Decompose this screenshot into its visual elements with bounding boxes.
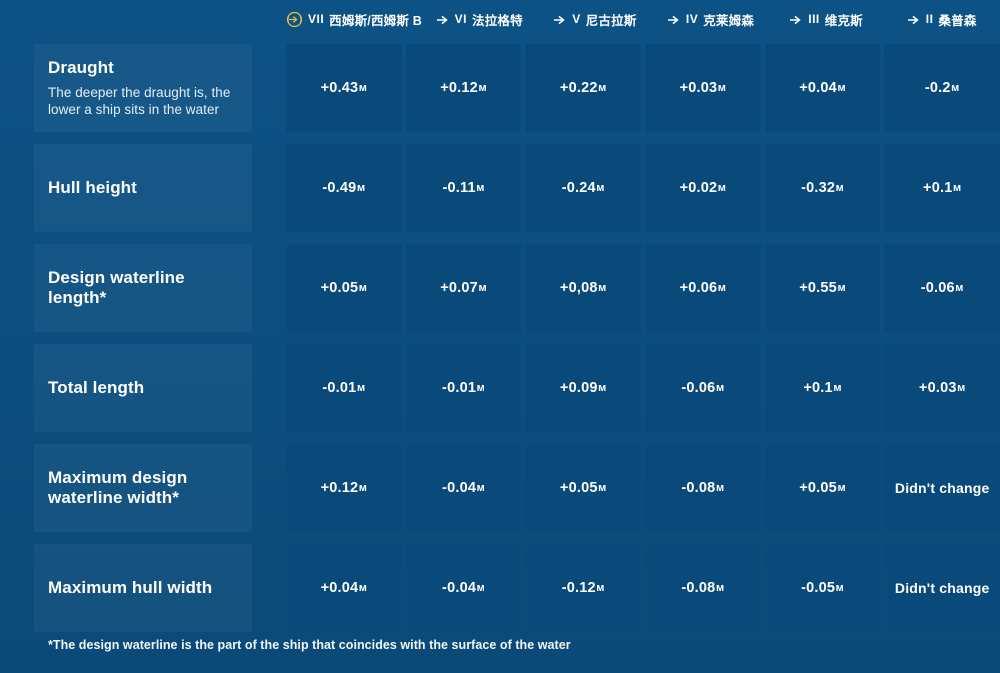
comparison-table: Draught The deeper the draught is, the lo… xyxy=(0,38,1000,638)
column-header-5[interactable]: III 维克斯 xyxy=(769,0,885,40)
value-cell: -0.06 м xyxy=(645,344,761,432)
value-cell: +0,08 м xyxy=(525,244,642,332)
column-header-tier: IV xyxy=(685,12,699,26)
value-cell: -0.11 м xyxy=(405,144,522,232)
row-label-cell: Design waterline length* xyxy=(0,238,286,338)
row-value-cells: +0.05 м +0.07 м +0,08 м +0.06 м +0.55 м -0.06 м xyxy=(286,238,1000,338)
value-cell: +0.55 м xyxy=(764,244,881,332)
column-header-shipname: 克莱姆森 xyxy=(703,13,755,28)
row-label-title: Maximum design waterline width* xyxy=(48,467,188,507)
column-header-shipname: 西姆斯/西姆斯 B xyxy=(329,13,422,28)
row-value-cells: +0.04 м -0.04 м -0.12 м -0.08 м -0.05 м Didn't cha… xyxy=(286,538,1000,638)
column-header-tier: III xyxy=(808,12,820,26)
row-label-title: Total length xyxy=(48,377,145,397)
value-cell: Didn't change xyxy=(884,444,1000,532)
column-header-tier: V xyxy=(572,12,581,26)
value-cell: +0.03 м xyxy=(884,344,1000,432)
arrow-right-icon xyxy=(907,14,921,25)
value-cell: +0.07 м xyxy=(405,244,522,332)
value-cell: -0.08 м xyxy=(645,544,761,632)
row-value-cells: +0.12 м -0.04 м +0.05 м -0.08 м +0.05 м Didn't cha… xyxy=(286,438,1000,538)
value-cell: -0.05 м xyxy=(764,544,881,632)
value-cell: -0.04 м xyxy=(405,444,522,532)
value-cell: +0.05 м xyxy=(286,244,402,332)
value-cell: +0.12 м xyxy=(405,44,522,132)
value-cell: -0.01 м xyxy=(286,344,402,432)
value-cell: +0.05 м xyxy=(764,444,881,532)
column-header-shipname: 维克斯 xyxy=(824,13,863,28)
column-header-4[interactable]: IV 克莱姆森 xyxy=(653,0,769,40)
value-cell: +0.1 м xyxy=(884,144,1000,232)
column-header-shipname: 桑普森 xyxy=(938,13,977,28)
value-cell: -0.2 м xyxy=(884,44,1000,132)
value-cell: +0.43 м xyxy=(286,44,402,132)
value-cell: +0.1 м xyxy=(764,344,881,432)
table-row: Design waterline length* +0.05 м +0.07 м +0,0… xyxy=(0,238,1000,338)
row-value-cells: +0.43 м +0.12 м +0.22 м +0.03 м +0.04 м -0.2 м xyxy=(286,38,1000,138)
row-value-cells: -0.49 м -0.11 м -0.24 м +0.02 м -0.32 м +0.1 м xyxy=(286,138,1000,238)
row-label-title: Hull height xyxy=(48,177,137,197)
column-header-2[interactable]: VI 法拉格特 xyxy=(422,0,538,40)
row-label-title: Maximum hull width xyxy=(48,577,213,597)
value-cell: +0.22 м xyxy=(525,44,642,132)
value-cell: +0.04 м xyxy=(764,44,881,132)
column-header-tier: VII xyxy=(308,12,325,26)
column-header-3[interactable]: V 尼古拉斯 xyxy=(538,0,654,40)
value-cell: +0.06 м xyxy=(645,244,761,332)
table-row: Maximum hull width +0.04 м -0.04 м -0.12 м -0.0… xyxy=(0,538,1000,638)
table-row: Hull height -0.49 м -0.11 м -0.24 м +0.02 м -0.32… xyxy=(0,138,1000,238)
value-cell: +0.04 м xyxy=(286,544,402,632)
arrow-right-icon xyxy=(667,14,681,25)
column-header-tier: II xyxy=(925,12,934,26)
arrow-right-icon xyxy=(553,14,567,25)
row-label-cell: Draught The deeper the draught is, the lo… xyxy=(0,38,286,138)
arrow-right-icon xyxy=(435,14,450,25)
value-cell: +0.09 м xyxy=(525,344,642,432)
column-header-row: VII 西姆斯/西姆斯 B VI 法拉格特 V 尼古拉斯 IV 克莱姆森 III 维克斯 II 桑普森 xyxy=(286,0,1000,40)
table-row: Draught The deeper the draught is, the lo… xyxy=(0,38,1000,138)
row-label-cell: Hull height xyxy=(0,138,286,238)
value-cell: -0.49 м xyxy=(286,144,402,232)
value-cell: +0.05 м xyxy=(525,444,642,532)
row-label-cell: Total length xyxy=(0,338,286,438)
wreath-arrow-icon xyxy=(286,11,303,28)
value-cell: -0.12 м xyxy=(525,544,642,632)
table-row: Total length -0.01 м -0.01 м +0.09 м -0.06 м +0.1… xyxy=(0,338,1000,438)
value-cell: -0.32 м xyxy=(764,144,881,232)
value-cell: -0.01 м xyxy=(405,344,522,432)
row-label-title: Draught xyxy=(48,57,114,77)
value-cell: +0.03 м xyxy=(645,44,761,132)
column-header-shipname: 法拉格特 xyxy=(472,13,523,28)
row-label-cell: Maximum design waterline width* xyxy=(0,438,286,538)
value-cell: -0.24 м xyxy=(525,144,642,232)
row-value-cells: -0.01 м -0.01 м +0.09 м -0.06 м +0.1 м +0.03 м xyxy=(286,338,1000,438)
value-cell: +0.12 м xyxy=(286,444,402,532)
value-cell: Didn't change xyxy=(884,544,1000,632)
row-label-cell: Maximum hull width xyxy=(0,538,286,638)
column-header-6[interactable]: II 桑普森 xyxy=(884,0,1000,40)
column-header-shipname: 尼古拉斯 xyxy=(585,13,637,28)
table-row: Maximum design waterline width* +0.12 м -0.… xyxy=(0,438,1000,538)
arrow-right-icon xyxy=(789,14,803,25)
value-cell: -0.06 м xyxy=(884,244,1000,332)
row-label-title: Design waterline length* xyxy=(48,267,185,307)
value-cell: -0.08 м xyxy=(645,444,761,532)
row-label-subtitle: The deeper the draught is, the lower a s… xyxy=(48,84,231,118)
value-cell: +0.02 м xyxy=(645,144,761,232)
footnote-text: *The design waterline is the part of the… xyxy=(48,638,571,652)
column-header-tier: VI xyxy=(454,12,468,26)
value-cell: -0.04 м xyxy=(405,544,522,632)
column-header-1[interactable]: VII 西姆斯/西姆斯 B xyxy=(286,0,422,40)
ship-parameter-comparison-page: VII 西姆斯/西姆斯 B VI 法拉格特 V 尼古拉斯 IV 克莱姆森 III 维克斯 II 桑普森… xyxy=(0,0,1000,673)
